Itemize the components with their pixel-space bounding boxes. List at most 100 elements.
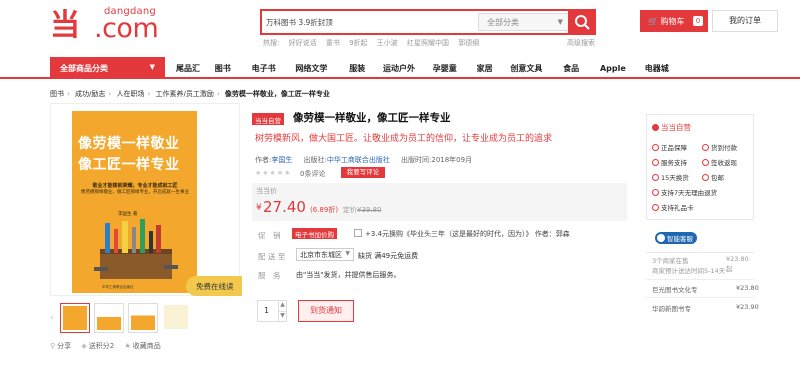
price-label: 当当价 — [256, 187, 277, 195]
nav-item[interactable]: 网络文学 — [295, 63, 346, 74]
hot-term[interactable]: 童书 — [326, 39, 340, 47]
shield-icon — [652, 144, 659, 151]
cart-button[interactable]: 🛒 购物车 0 — [640, 10, 708, 32]
nav-item[interactable]: 家居 — [477, 63, 508, 74]
breadcrumb-current: 像劳模一样敬业，像工匠一样专业 — [224, 90, 330, 98]
nav-item[interactable]: 电子书 — [252, 63, 293, 74]
share-row: ⚲ 分享 ◈ 送积分2 ★ 收藏商品 — [50, 341, 169, 351]
cart-count-badge: 0 — [693, 16, 703, 26]
promo-text[interactable]: +3.4元换购《毕业头三年（这是最好的时代，因为）》 作者：郭森 — [365, 229, 570, 239]
breadcrumb-item[interactable]: 人在职场 — [116, 90, 144, 98]
decrement-icon[interactable]: ▼ — [278, 311, 286, 321]
nav-item[interactable]: 运动户外 — [383, 63, 430, 74]
chevron-down-icon: ▼ — [149, 63, 155, 71]
cover-author: 李国生 著 — [118, 212, 138, 217]
seller-row[interactable]: 巨光图书文化专 ¥23.80 — [652, 284, 759, 294]
return-icon — [652, 189, 659, 196]
thumbnail[interactable] — [128, 303, 158, 333]
all-categories-menu[interactable]: 全部商品分类 ▼ — [50, 57, 165, 79]
search-category-select[interactable]: 全部分类 ▼ — [478, 13, 570, 31]
logo-wordmark-large: .com — [94, 13, 159, 44]
write-review-button[interactable]: 我要写评论 — [341, 167, 385, 178]
share-icon: ⚲ — [50, 342, 56, 350]
chevron-left-icon[interactable]: ‹ — [50, 303, 58, 333]
nav-item[interactable]: 图书 — [215, 63, 249, 74]
author-link[interactable]: 李国生 — [271, 156, 292, 164]
favorite-button[interactable]: ★ 收藏商品 — [124, 342, 160, 350]
nav-item[interactable]: 尾品汇 — [176, 63, 212, 74]
discount-rate: (6.89折) — [310, 206, 339, 214]
increment-icon[interactable]: ▲ — [278, 301, 286, 311]
cashback-icon — [702, 159, 709, 166]
toolbox-illustration — [94, 219, 178, 279]
my-orders-button[interactable]: 我的订单 — [712, 10, 778, 32]
cover-tagline: 敬业才能铸就荣耀，专业才能成就工匠 像劳模那样敬业，做工匠那样专业，开启成就一生… — [81, 183, 189, 195]
breadcrumb-item[interactable]: 工作素养/员工激励 — [156, 90, 214, 98]
search-input[interactable] — [266, 15, 466, 29]
service-item: 包邮 — [702, 172, 724, 182]
nav-item[interactable]: 创意文具 — [510, 63, 560, 74]
product-title: 像劳模一样敬业，像工匠一样专业 — [293, 112, 451, 124]
service-item: 货到付款 — [702, 142, 737, 152]
dangdang-logo-icon[interactable]: 当 — [50, 6, 90, 40]
hot-term[interactable]: 好好说话 — [289, 39, 317, 47]
smart-customer-service-button[interactable]: 智能客服 — [655, 232, 697, 244]
product-subtitle: 树劳模新风，做大国工匠。让敬业成为员工的信仰，让专业成为员工的追求 — [255, 134, 553, 144]
hot-term[interactable]: 红星照耀中国 — [407, 39, 449, 47]
share-button[interactable]: ⚲ 分享 — [50, 342, 71, 350]
dangdang-mini-icon — [652, 124, 659, 131]
publisher-link[interactable]: 中华工商联合出版社 — [327, 156, 390, 164]
quantity-stepper[interactable]: 1 ▲ ▼ — [257, 300, 287, 322]
thumbnail[interactable] — [94, 303, 124, 333]
ship-location-select[interactable]: 北京市东城区 ▼ — [296, 248, 354, 261]
breadcrumb-item[interactable]: 成功/励志 — [75, 90, 105, 98]
chevron-down-icon: ▼ — [345, 250, 350, 257]
breadcrumb: 图书 › 成功/励志 › 人在职场 › 工作素养/员工激励 › 像劳模一样敬业，像工匠一… — [50, 90, 330, 98]
promo-label: 促 销 — [258, 231, 281, 240]
original-price: 定价¥39.80 — [343, 206, 382, 214]
price-panel: 当当价 ¥ 27.40 (6.89折) 定价¥39.80 — [252, 183, 627, 221]
nav-item[interactable]: 服装 — [349, 63, 380, 74]
main-nav: 尾品汇 图书 电子书 网络文学 服装 运动户外 孕婴童 家居 创意文具 食品 A… — [176, 63, 669, 74]
points-button[interactable]: ◈ 送积分2 — [81, 342, 114, 350]
hot-term[interactable]: 郭德纲 — [458, 39, 479, 47]
nav-item[interactable]: Apple — [600, 64, 642, 73]
service-label: 服 务 — [258, 271, 281, 280]
hot-term[interactable]: 王小波 — [377, 39, 398, 47]
promo-tag: 电子书加价购 — [292, 228, 337, 239]
service-text: 由"当当"发货，并提供售后服务。 — [296, 271, 401, 279]
nav-item[interactable]: 食品 — [563, 63, 597, 74]
self-operated-badge: 当当自营 — [252, 113, 284, 125]
points-icon: ◈ — [81, 342, 87, 350]
sellers-count[interactable]: 3个商家在售 — [652, 255, 689, 265]
service-item: 正品保障 — [652, 142, 687, 152]
quantity-value[interactable]: 1 — [264, 306, 269, 315]
search-button[interactable] — [568, 9, 596, 35]
nav-item[interactable]: 孕婴童 — [433, 63, 474, 74]
breadcrumb-item[interactable]: 图书 — [50, 90, 64, 98]
nav-item[interactable]: 电器城 — [645, 63, 669, 74]
service-panel: 当当自营 正品保障 货到付款 服务支持 签收返现 15天换货 包邮 支持7天无理… — [646, 114, 754, 220]
support-icon — [652, 159, 659, 166]
exchange-icon — [652, 174, 659, 181]
review-count-link[interactable]: 0条评论 — [300, 169, 325, 179]
seller-row[interactable]: 华韵新图书专 ¥23.90 — [652, 303, 759, 313]
giftcard-icon — [652, 204, 659, 211]
free-read-button[interactable]: 免费在线读 — [186, 276, 242, 296]
package-icon — [702, 174, 709, 181]
thumbnail[interactable] — [162, 303, 192, 333]
sellers-delivery: 商家预计送达时间5-14天 — [652, 267, 726, 275]
cart-icon: 🛒 — [648, 17, 658, 26]
thumbnail[interactable] — [60, 303, 90, 333]
advanced-search-link[interactable]: 高级搜索 — [567, 38, 595, 48]
currency-symbol: ¥ — [256, 203, 262, 213]
ship-label: 配 送 至 — [258, 252, 286, 261]
svg-text:当: 当 — [50, 8, 80, 40]
hot-term[interactable]: 9折起 — [349, 39, 367, 47]
book-cover-image[interactable]: 像劳模一样敬业 像工匠一样专业 敬业才能铸就荣耀，专业才能成就工匠 像劳模那样敬… — [72, 111, 197, 293]
current-price: 27.40 — [263, 198, 306, 216]
rating-stars: ★★★★★ — [255, 169, 292, 177]
cover-publisher: 中华工商联合出版社 — [102, 285, 134, 289]
promo-checkbox[interactable] — [354, 229, 362, 237]
arrival-notify-button[interactable]: 到货通知 — [298, 300, 354, 322]
